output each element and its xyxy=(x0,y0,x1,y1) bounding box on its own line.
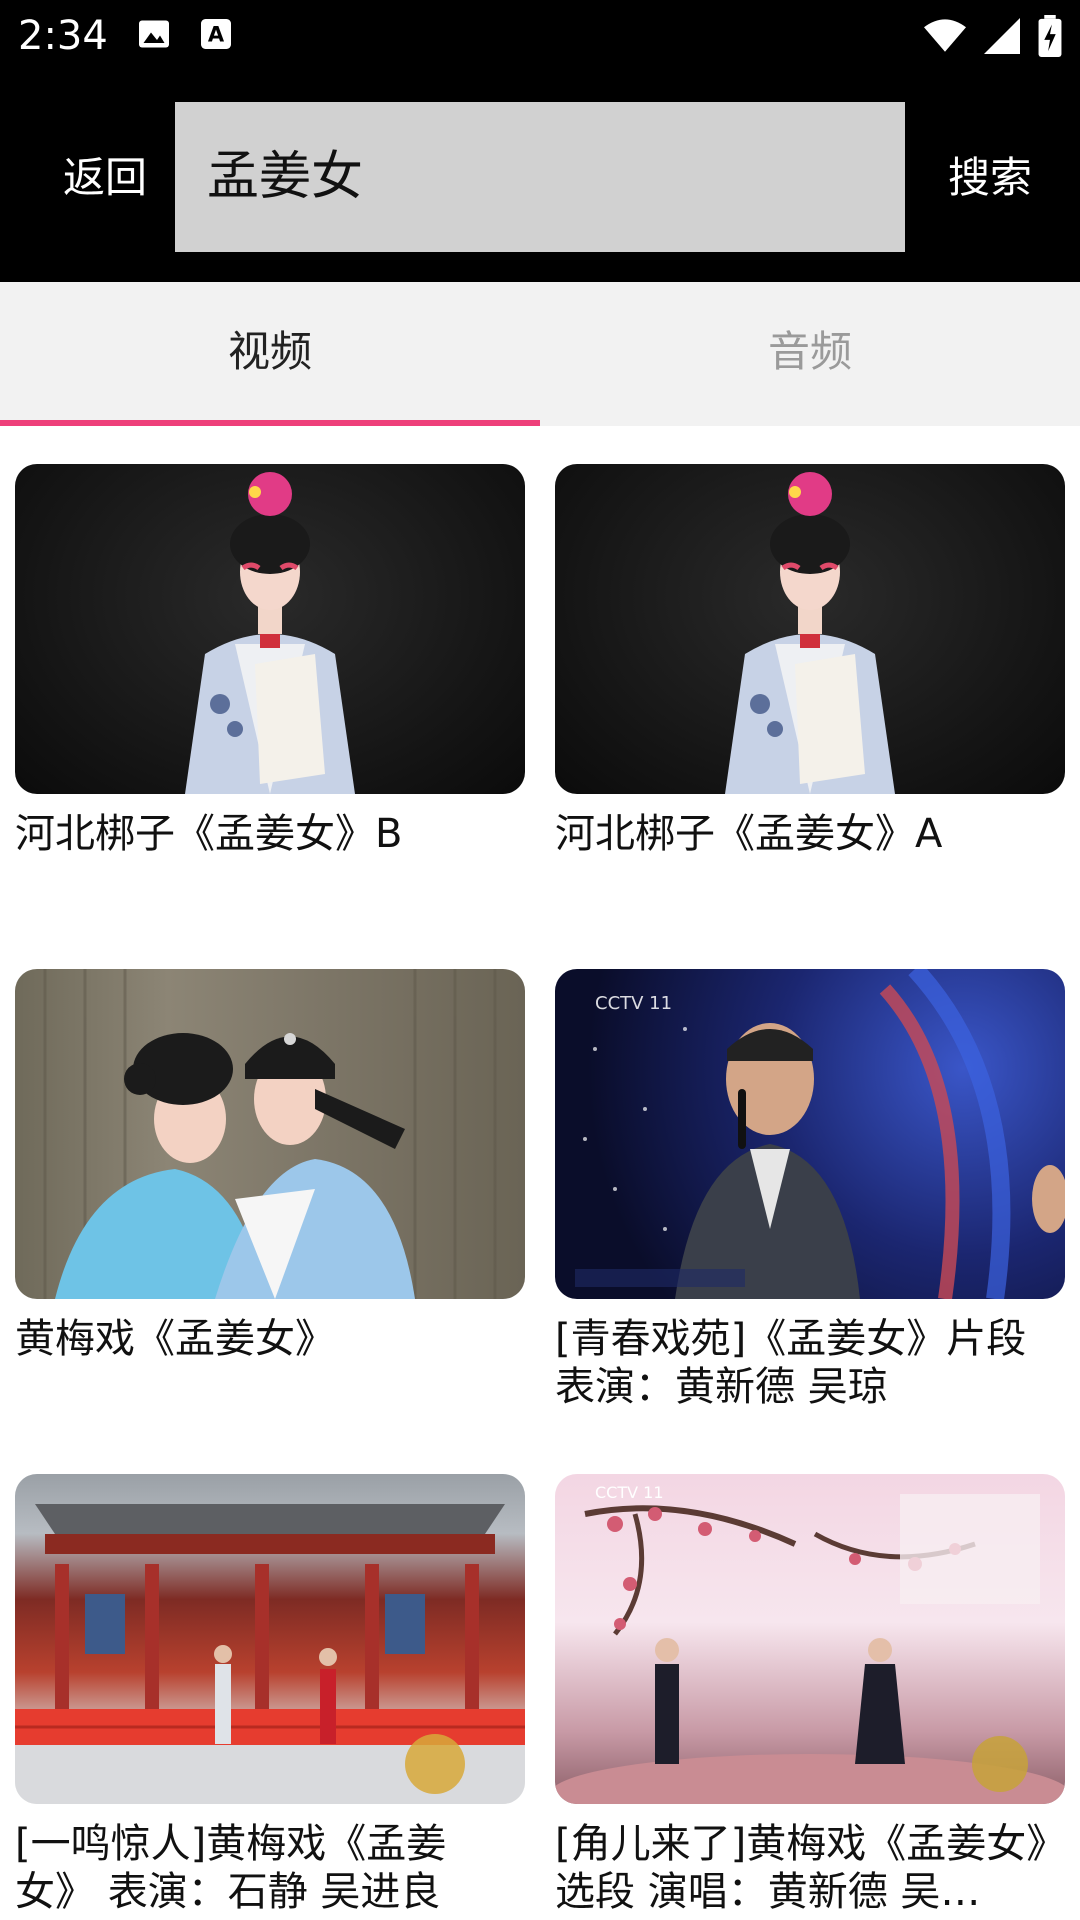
result-card[interactable]: 黄梅戏《孟姜女》 xyxy=(15,969,525,1363)
result-card[interactable]: [一鸣惊人]黄梅戏《孟姜女》 表演：石静 吴进良 xyxy=(15,1474,525,1916)
signal-icon xyxy=(984,18,1020,54)
result-card[interactable]: 河北梆子《孟姜女》B xyxy=(15,464,525,858)
search-button[interactable]: 搜索 xyxy=(920,138,1060,218)
svg-text:CCTV 11: CCTV 11 xyxy=(595,993,672,1014)
result-card[interactable]: CCTV 11 [青春戏苑]《孟姜女》片段 表演：黄新德 吴琼 xyxy=(555,969,1065,1411)
video-title: [角儿来了]黄梅戏《孟姜女》选段 演唱：黄新德 吴… xyxy=(555,1821,1047,1915)
image-icon xyxy=(139,20,169,48)
video-thumbnail: CCTV 11 xyxy=(555,1474,1065,1804)
back-button[interactable]: 返回 xyxy=(40,138,170,218)
video-title: 河北梆子《孟姜女》A xyxy=(555,811,943,857)
search-header: 返回 孟姜女 搜索 xyxy=(0,72,1080,282)
video-title: 河北梆子《孟姜女》B xyxy=(15,811,403,857)
svg-text:A: A xyxy=(208,23,225,47)
a-icon: A xyxy=(201,19,231,49)
tab-bar: 视频 音频 xyxy=(0,282,1080,426)
status-bar: 2:34 A xyxy=(0,0,1080,72)
video-thumbnail xyxy=(15,969,525,1299)
video-thumbnail xyxy=(15,1474,525,1804)
search-input[interactable]: 孟姜女 xyxy=(175,102,905,252)
video-title: 黄梅戏《孟姜女》 xyxy=(15,1316,335,1362)
tab-audio[interactable]: 音频 xyxy=(540,282,1080,426)
result-card[interactable]: 河北梆子《孟姜女》A xyxy=(555,464,1065,858)
video-thumbnail xyxy=(15,464,525,794)
status-right xyxy=(924,14,1062,58)
video-title: [一鸣惊人]黄梅戏《孟姜女》 表演：石静 吴进良 xyxy=(15,1821,447,1915)
video-thumbnail xyxy=(555,464,1065,794)
wifi-icon xyxy=(924,19,966,52)
video-thumbnail: CCTV 11 xyxy=(555,969,1065,1299)
video-title: [青春戏苑]《孟姜女》片段 表演：黄新德 吴琼 xyxy=(555,1316,1027,1410)
status-time: 2:34 xyxy=(18,13,108,59)
result-card[interactable]: CCTV 11 [角儿来了]黄梅戏《孟姜女》选段 演唱：黄新德 吴… xyxy=(555,1474,1065,1916)
svg-text:CCTV 11: CCTV 11 xyxy=(595,1483,664,1502)
battery-icon xyxy=(1038,15,1062,57)
tab-video[interactable]: 视频 xyxy=(0,282,540,426)
